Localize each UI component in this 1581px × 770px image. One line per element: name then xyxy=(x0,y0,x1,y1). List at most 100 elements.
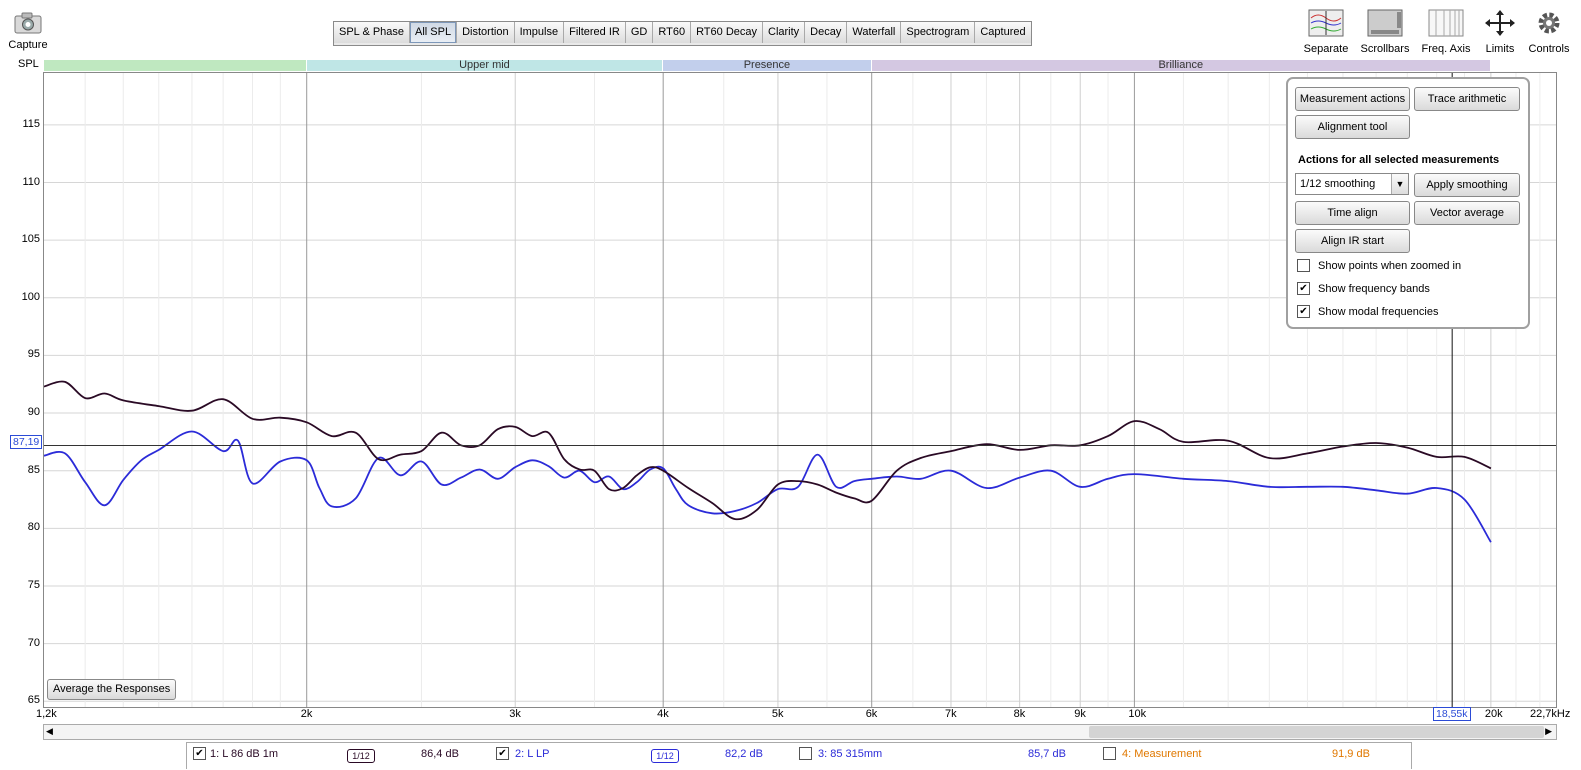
x-tick-label: 22,7kHz xyxy=(1530,708,1571,720)
cursor-x-readout: 18,55k xyxy=(1433,707,1471,721)
freq-axis-icon xyxy=(1428,9,1464,37)
y-tick-label: 115 xyxy=(22,117,40,130)
series-line-2 xyxy=(44,430,1492,543)
capture-button[interactable]: Capture xyxy=(6,8,50,54)
gear-icon xyxy=(1538,12,1560,34)
measurement-3-value: 85,7 dB xyxy=(1028,748,1066,760)
tab-spl-phase[interactable]: SPL & Phase xyxy=(334,22,411,43)
measurement-legend: ✔ 1: L 86 dB 1m 1/12 86,4 dB ✔ 2: L LP 1… xyxy=(186,742,1412,769)
measurement-1-value: 86,4 dB xyxy=(421,748,459,760)
y-tick-label: 85 xyxy=(27,463,40,476)
tab-decay[interactable]: Decay xyxy=(805,22,848,43)
show-modal-frequencies-checkbox[interactable]: ✔ Show modal frequencies xyxy=(1297,305,1438,318)
tab-rt60[interactable]: RT60 xyxy=(653,22,692,43)
tab-rt60-decay[interactable]: RT60 Decay xyxy=(691,22,763,43)
graph-tab-bar: SPL & Phase All SPL Distortion Impulse Filte… xyxy=(333,21,1032,46)
frequency-band: Brilliance xyxy=(871,60,1491,71)
alignment-tool-button[interactable]: Alignment tool xyxy=(1295,115,1410,139)
x-tick-label: 10k xyxy=(1128,708,1147,720)
freq-axis-button[interactable]: Freq. Axis xyxy=(1418,8,1474,55)
frequency-band xyxy=(44,60,307,71)
controls-panel: Measurement actions Trace arithmetic Ali… xyxy=(1286,77,1530,329)
y-tick-label: 65 xyxy=(27,694,40,707)
frequency-band: Upper mid xyxy=(306,60,664,71)
measurement-1-label[interactable]: 1: L 86 dB 1m xyxy=(210,748,278,760)
tab-all-spl[interactable]: All SPL xyxy=(410,22,458,43)
capture-label: Capture xyxy=(8,39,48,51)
controls-label: Controls xyxy=(1528,43,1570,55)
scrollbars-label: Scrollbars xyxy=(1360,43,1410,55)
measurement-1-smoothing[interactable]: 1/12 xyxy=(347,749,375,763)
smoothing-select-value: 1/12 smoothing xyxy=(1300,178,1376,190)
scrollbars-button[interactable]: Scrollbars xyxy=(1357,8,1413,55)
y-tick-label: 100 xyxy=(21,290,40,303)
tab-impulse[interactable]: Impulse xyxy=(514,22,565,43)
measurement-4-label[interactable]: 4: Measurement xyxy=(1122,748,1201,760)
tab-clarity[interactable]: Clarity xyxy=(763,22,806,43)
controls-button[interactable]: Controls xyxy=(1527,8,1571,55)
measurement-4-checkbox[interactable] xyxy=(1103,747,1116,760)
tab-gd[interactable]: GD xyxy=(625,22,654,43)
x-tick-label: 8k xyxy=(1013,708,1026,720)
chevron-down-icon: ▼ xyxy=(1391,174,1408,194)
measurement-2-label[interactable]: 2: L LP xyxy=(515,748,549,760)
checkmark-icon[interactable]: ✔ xyxy=(1297,305,1310,318)
measurement-actions-button[interactable]: Measurement actions xyxy=(1295,87,1410,111)
frequency-band: Presence xyxy=(663,60,872,71)
y-tick-label: 70 xyxy=(27,636,40,649)
tab-waterfall[interactable]: Waterfall xyxy=(847,22,902,43)
smoothing-select[interactable]: 1/12 smoothing ▼ xyxy=(1295,173,1409,195)
vector-average-button[interactable]: Vector average xyxy=(1414,201,1520,225)
separate-label: Separate xyxy=(1303,43,1349,55)
checkmark-icon[interactable]: ✔ xyxy=(1297,282,1310,295)
scrollbar-thumb[interactable] xyxy=(1089,726,1544,738)
align-ir-start-button[interactable]: Align IR start xyxy=(1295,229,1410,253)
limits-icon xyxy=(1485,10,1515,36)
separate-button[interactable]: Separate xyxy=(1300,8,1352,55)
horizontal-scrollbar[interactable]: ◀ ▶ xyxy=(43,724,1557,740)
tab-captured[interactable]: Captured xyxy=(975,22,1031,43)
y-tick-label: 75 xyxy=(27,578,40,591)
checkbox-box[interactable] xyxy=(1297,259,1310,272)
time-align-button[interactable]: Time align xyxy=(1295,201,1410,225)
x-tick-label: 5k xyxy=(771,708,784,720)
x-tick-label: 4k xyxy=(657,708,669,720)
measurement-2-checkbox[interactable]: ✔ xyxy=(496,747,509,760)
limits-label: Limits xyxy=(1485,43,1515,55)
measurement-3-checkbox[interactable] xyxy=(799,747,812,760)
measurement-2-smoothing[interactable]: 1/12 xyxy=(651,749,679,763)
measurement-4-value: 91,9 dB xyxy=(1332,748,1370,760)
x-tick-label: 20k xyxy=(1484,708,1503,720)
series-line-1 xyxy=(44,380,1492,521)
tab-distortion[interactable]: Distortion xyxy=(457,22,515,43)
show-points-label: Show points when zoomed in xyxy=(1318,259,1462,272)
measurement-2-value: 82,2 dB xyxy=(725,748,763,760)
scroll-left-icon[interactable]: ◀ xyxy=(46,726,53,737)
show-points-checkbox[interactable]: Show points when zoomed in xyxy=(1297,259,1461,272)
measurement-1-checkbox[interactable]: ✔ xyxy=(193,747,206,760)
apply-smoothing-button[interactable]: Apply smoothing xyxy=(1414,173,1520,197)
scroll-right-icon[interactable]: ▶ xyxy=(1545,726,1552,737)
x-tick-label: 7k xyxy=(944,708,957,720)
y-tick-label: 110 xyxy=(22,175,40,188)
y-tick-label: 80 xyxy=(27,521,40,534)
limits-button[interactable]: Limits xyxy=(1478,8,1522,55)
separate-icon xyxy=(1308,9,1344,37)
x-tick-label: 3k xyxy=(509,708,521,720)
x-tick-label: 2k xyxy=(300,708,313,720)
average-responses-button[interactable]: Average the Responses xyxy=(47,679,177,700)
panel-heading: Actions for all selected measurements xyxy=(1298,154,1500,166)
y-tick-label: 105 xyxy=(21,233,40,246)
show-frequency-bands-checkbox[interactable]: ✔ Show frequency bands xyxy=(1297,282,1430,295)
y-tick-label: 90 xyxy=(27,406,40,419)
tab-spectrogram[interactable]: Spectrogram xyxy=(901,22,976,43)
y-axis-label: SPL xyxy=(18,58,39,70)
show-modal-frequencies-label: Show modal frequencies xyxy=(1318,305,1439,318)
x-tick-label: 9k xyxy=(1074,708,1086,720)
x-tick-label: 6k xyxy=(865,708,878,720)
y-tick-label: 95 xyxy=(27,348,40,361)
tab-filtered-ir[interactable]: Filtered IR xyxy=(564,22,626,43)
freq-axis-label: Freq. Axis xyxy=(1421,43,1471,55)
measurement-3-label[interactable]: 3: 85 315mm xyxy=(818,748,882,760)
trace-arithmetic-button[interactable]: Trace arithmetic xyxy=(1414,87,1520,111)
